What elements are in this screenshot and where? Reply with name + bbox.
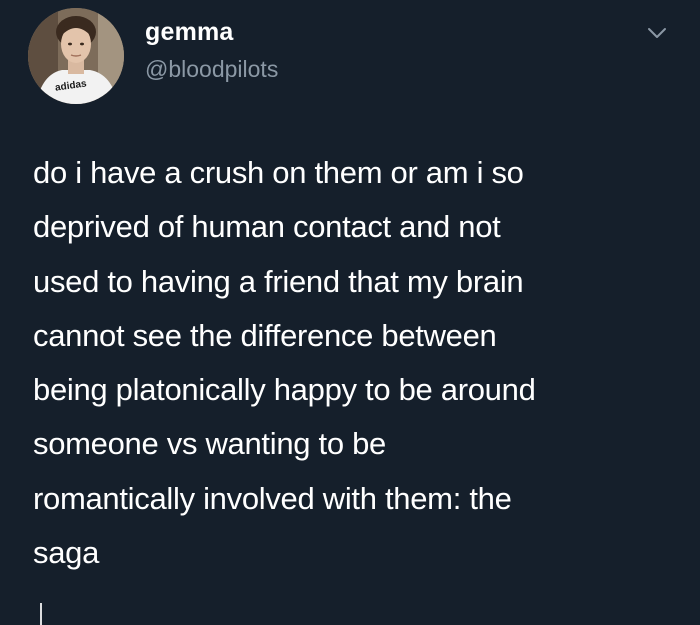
display-name[interactable]: gemma <box>145 17 234 47</box>
text-cursor-mark <box>40 603 42 625</box>
tweet: adidas gemma @bloodpilots do i have a cr… <box>0 0 700 625</box>
tweet-text: do i have a crush on them or am i so dep… <box>33 155 536 571</box>
avatar[interactable]: adidas <box>28 8 124 104</box>
chevron-down-icon[interactable] <box>646 25 668 41</box>
user-handle[interactable]: @bloodpilots <box>145 55 278 83</box>
avatar-image: adidas <box>28 8 124 104</box>
